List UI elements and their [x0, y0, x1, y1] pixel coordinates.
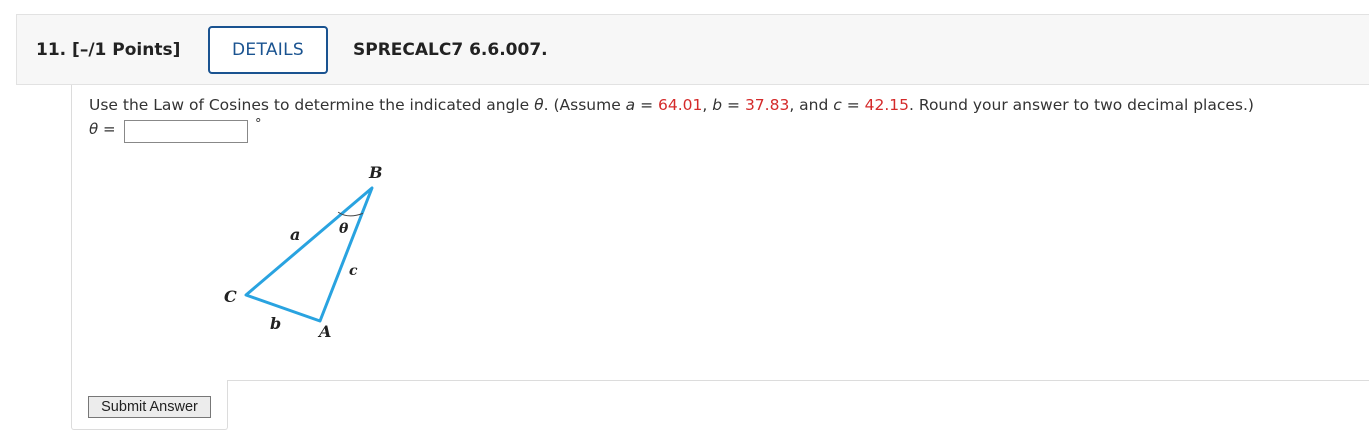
degree-unit: °: [255, 117, 262, 132]
question-number: 11.: [36, 40, 67, 60]
b-value: 37.83: [744, 96, 790, 114]
question-header: 11. [–/1 Points] DETAILS SPRECALC7 6.6.0…: [16, 14, 1369, 85]
side-b-label: b: [270, 314, 281, 333]
submit-answer-button[interactable]: Submit Answer: [88, 396, 211, 418]
vertex-B-label: B: [368, 163, 383, 182]
side-a-label: a: [290, 225, 300, 244]
side-c-label: c: [349, 263, 358, 279]
details-button[interactable]: DETAILS: [208, 26, 328, 74]
answer-label: θ =: [89, 120, 116, 138]
vertex-C-label: C: [224, 287, 237, 306]
triangle-figure: B A C a b c θ: [224, 163, 383, 341]
vertex-A-label: A: [317, 322, 331, 341]
question-text: Use the Law of Cosines to determine the …: [89, 96, 1254, 114]
answer-input[interactable]: [124, 120, 248, 143]
points-label: [–/1 Points]: [72, 40, 181, 60]
question-number-points: 11. [–/1 Points]: [36, 40, 180, 60]
angle-theta-label: θ: [339, 221, 349, 237]
problem-code: SPRECALC7 6.6.007.: [353, 40, 548, 60]
c-value: 42.15: [864, 96, 910, 114]
theta-symbol: θ: [534, 96, 544, 114]
a-value: 64.01: [658, 96, 703, 114]
triangle-shape: [244, 186, 374, 323]
